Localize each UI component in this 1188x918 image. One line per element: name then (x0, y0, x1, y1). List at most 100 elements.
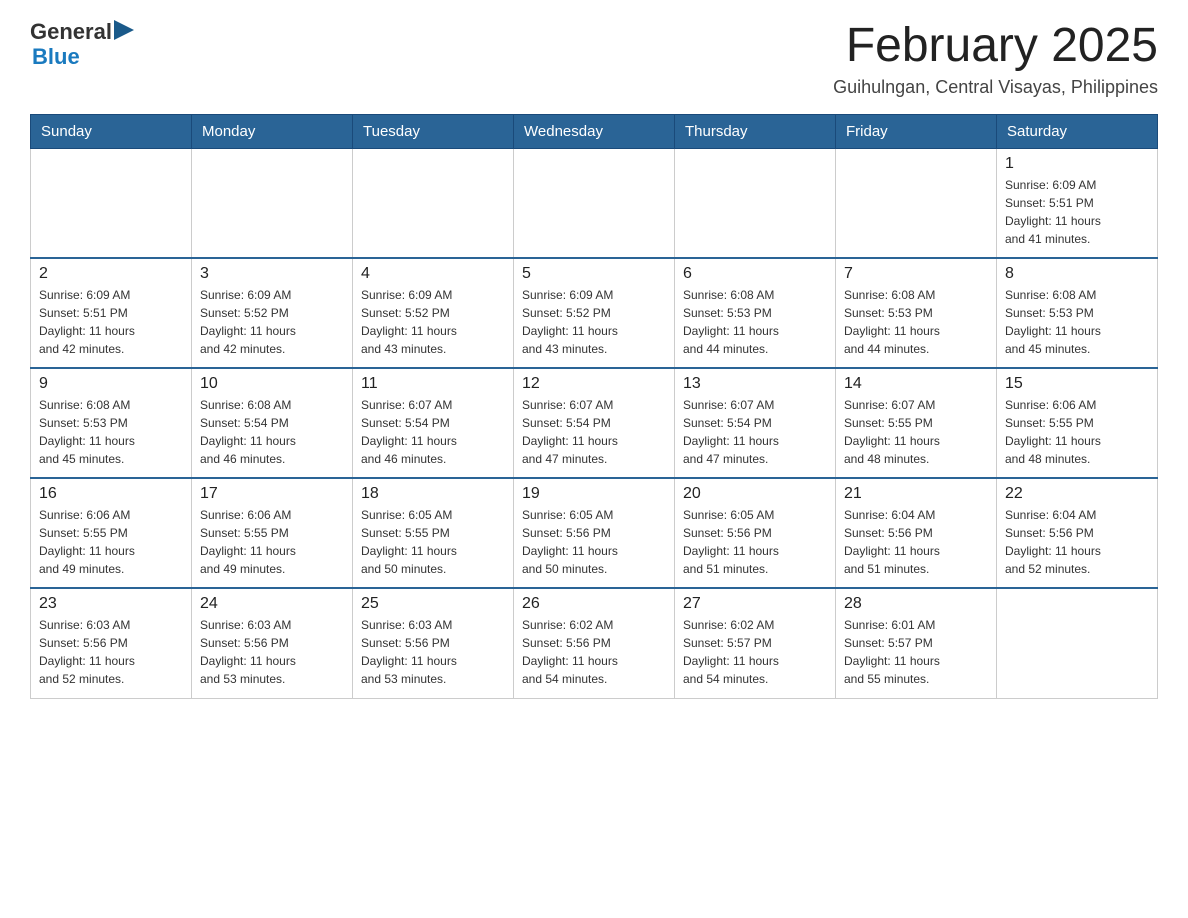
day-info: Sunrise: 6:09 AMSunset: 5:51 PMDaylight:… (1005, 176, 1149, 248)
table-row (997, 588, 1158, 698)
table-row: 21 Sunrise: 6:04 AMSunset: 5:56 PMDayligh… (836, 478, 997, 588)
table-row: 20 Sunrise: 6:05 AMSunset: 5:56 PMDayligh… (675, 478, 836, 588)
day-info: Sunrise: 6:05 AMSunset: 5:55 PMDaylight:… (361, 506, 505, 578)
day-number: 20 (683, 485, 827, 503)
day-info: Sunrise: 6:02 AMSunset: 5:56 PMDaylight:… (522, 616, 666, 688)
day-number: 12 (522, 375, 666, 393)
header-wednesday: Wednesday (514, 114, 675, 148)
table-row: 16 Sunrise: 6:06 AMSunset: 5:55 PMDayligh… (31, 478, 192, 588)
day-number: 14 (844, 375, 988, 393)
table-row: 15 Sunrise: 6:06 AMSunset: 5:55 PMDayligh… (997, 368, 1158, 478)
table-row: 25Sunrise: 6:03 AMSunset: 5:56 PMDayligh… (353, 588, 514, 698)
day-info: Sunrise: 6:04 AMSunset: 5:56 PMDaylight:… (844, 506, 988, 578)
day-info: Sunrise: 6:03 AMSunset: 5:56 PMDaylight:… (200, 616, 344, 688)
day-info: Sunrise: 6:08 AMSunset: 5:53 PMDaylight:… (39, 396, 183, 468)
day-info: Sunrise: 6:08 AMSunset: 5:54 PMDaylight:… (200, 396, 344, 468)
table-row (514, 148, 675, 258)
header-saturday: Saturday (997, 114, 1158, 148)
header-tuesday: Tuesday (353, 114, 514, 148)
calendar-week-row: 23 Sunrise: 6:03 AMSunset: 5:56 PMDayligh… (31, 588, 1158, 698)
day-number: 21 (844, 485, 988, 503)
header-sunday: Sunday (31, 114, 192, 148)
day-number: 16 (39, 485, 183, 503)
table-row: 12Sunrise: 6:07 AMSunset: 5:54 PMDayligh… (514, 368, 675, 478)
day-info: Sunrise: 6:06 AMSunset: 5:55 PMDaylight:… (200, 506, 344, 578)
day-info: Sunrise: 6:08 AMSunset: 5:53 PMDaylight:… (844, 286, 988, 358)
table-row: 5 Sunrise: 6:09 AMSunset: 5:52 PMDaylight… (514, 258, 675, 368)
table-row: 17 Sunrise: 6:06 AMSunset: 5:55 PMDayligh… (192, 478, 353, 588)
table-row: 24Sunrise: 6:03 AMSunset: 5:56 PMDayligh… (192, 588, 353, 698)
table-row: 8 Sunrise: 6:08 AMSunset: 5:53 PMDaylight… (997, 258, 1158, 368)
table-row: 7 Sunrise: 6:08 AMSunset: 5:53 PMDaylight… (836, 258, 997, 368)
day-number: 6 (683, 265, 827, 283)
table-row: 10 Sunrise: 6:08 AMSunset: 5:54 PMDayligh… (192, 368, 353, 478)
calendar-week-row: 2Sunrise: 6:09 AMSunset: 5:51 PMDaylight… (31, 258, 1158, 368)
day-info: Sunrise: 6:07 AMSunset: 5:54 PMDaylight:… (683, 396, 827, 468)
day-number: 8 (1005, 265, 1149, 283)
day-number: 1 (1005, 155, 1149, 173)
table-row: 11Sunrise: 6:07 AMSunset: 5:54 PMDayligh… (353, 368, 514, 478)
day-number: 13 (683, 375, 827, 393)
table-row: 22 Sunrise: 6:04 AMSunset: 5:56 PMDayligh… (997, 478, 1158, 588)
location-subtitle: Guihulngan, Central Visayas, Philippines (833, 77, 1158, 98)
table-row: 23Sunrise: 6:03 AMSunset: 5:56 PMDayligh… (31, 588, 192, 698)
day-info: Sunrise: 6:07 AMSunset: 5:55 PMDaylight:… (844, 396, 988, 468)
day-number: 25 (361, 595, 505, 613)
logo-arrow-icon (114, 20, 134, 40)
day-number: 5 (522, 265, 666, 283)
day-info: Sunrise: 6:09 AMSunset: 5:52 PMDaylight:… (200, 286, 344, 358)
calendar-table: Sunday Monday Tuesday Wednesday Thursday… (30, 114, 1158, 699)
day-number: 26 (522, 595, 666, 613)
calendar-header-row: Sunday Monday Tuesday Wednesday Thursday… (31, 114, 1158, 148)
day-number: 19 (522, 485, 666, 503)
table-row (675, 148, 836, 258)
table-row: 28Sunrise: 6:01 AMSunset: 5:57 PMDayligh… (836, 588, 997, 698)
logo-blue-text: Blue (32, 44, 134, 70)
day-info: Sunrise: 6:07 AMSunset: 5:54 PMDaylight:… (361, 396, 505, 468)
table-row: 18 Sunrise: 6:05 AMSunset: 5:55 PMDayligh… (353, 478, 514, 588)
table-row: 19 Sunrise: 6:05 AMSunset: 5:56 PMDayligh… (514, 478, 675, 588)
day-info: Sunrise: 6:08 AMSunset: 5:53 PMDaylight:… (1005, 286, 1149, 358)
table-row (192, 148, 353, 258)
day-number: 22 (1005, 485, 1149, 503)
month-year-title: February 2025 (833, 20, 1158, 73)
table-row (836, 148, 997, 258)
day-info: Sunrise: 6:06 AMSunset: 5:55 PMDaylight:… (1005, 396, 1149, 468)
day-info: Sunrise: 6:09 AMSunset: 5:51 PMDaylight:… (39, 286, 183, 358)
day-number: 17 (200, 485, 344, 503)
day-number: 4 (361, 265, 505, 283)
table-row (31, 148, 192, 258)
logo: General Blue (30, 20, 134, 70)
day-info: Sunrise: 6:09 AMSunset: 5:52 PMDaylight:… (361, 286, 505, 358)
table-row: 14 Sunrise: 6:07 AMSunset: 5:55 PMDayligh… (836, 368, 997, 478)
day-number: 3 (200, 265, 344, 283)
day-info: Sunrise: 6:06 AMSunset: 5:55 PMDaylight:… (39, 506, 183, 578)
day-number: 27 (683, 595, 827, 613)
page-header: General Blue February 2025 Guihulngan, C… (30, 20, 1158, 98)
day-info: Sunrise: 6:08 AMSunset: 5:53 PMDaylight:… (683, 286, 827, 358)
table-row: 4 Sunrise: 6:09 AMSunset: 5:52 PMDaylight… (353, 258, 514, 368)
table-row: 27 Sunrise: 6:02 AMSunset: 5:57 PMDayligh… (675, 588, 836, 698)
table-row: 6 Sunrise: 6:08 AMSunset: 5:53 PMDaylight… (675, 258, 836, 368)
day-info: Sunrise: 6:09 AMSunset: 5:52 PMDaylight:… (522, 286, 666, 358)
table-row (353, 148, 514, 258)
day-number: 28 (844, 595, 988, 613)
header-friday: Friday (836, 114, 997, 148)
table-row: 13 Sunrise: 6:07 AMSunset: 5:54 PMDayligh… (675, 368, 836, 478)
table-row: 26 Sunrise: 6:02 AMSunset: 5:56 PMDayligh… (514, 588, 675, 698)
day-info: Sunrise: 6:04 AMSunset: 5:56 PMDaylight:… (1005, 506, 1149, 578)
title-section: February 2025 Guihulngan, Central Visaya… (833, 20, 1158, 98)
day-number: 9 (39, 375, 183, 393)
day-info: Sunrise: 6:05 AMSunset: 5:56 PMDaylight:… (683, 506, 827, 578)
day-info: Sunrise: 6:05 AMSunset: 5:56 PMDaylight:… (522, 506, 666, 578)
day-number: 23 (39, 595, 183, 613)
header-thursday: Thursday (675, 114, 836, 148)
calendar-week-row: 1 Sunrise: 6:09 AMSunset: 5:51 PMDaylight… (31, 148, 1158, 258)
table-row: 2Sunrise: 6:09 AMSunset: 5:51 PMDaylight… (31, 258, 192, 368)
day-number: 18 (361, 485, 505, 503)
day-number: 7 (844, 265, 988, 283)
day-number: 10 (200, 375, 344, 393)
table-row: 1 Sunrise: 6:09 AMSunset: 5:51 PMDaylight… (997, 148, 1158, 258)
day-number: 15 (1005, 375, 1149, 393)
day-info: Sunrise: 6:02 AMSunset: 5:57 PMDaylight:… (683, 616, 827, 688)
